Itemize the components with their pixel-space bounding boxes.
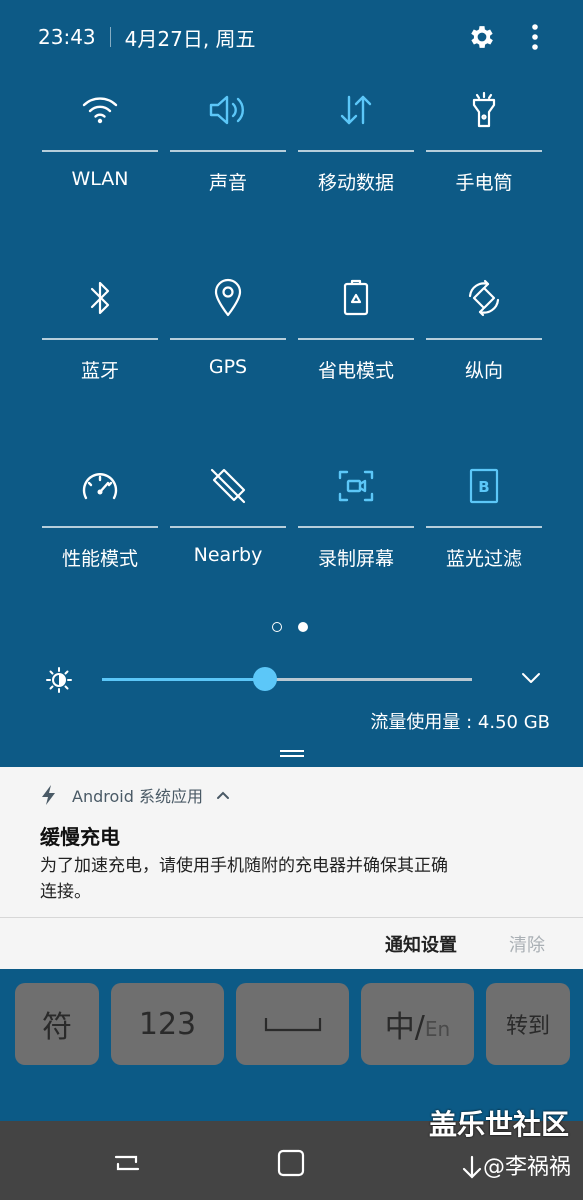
clock: 23:43 xyxy=(38,25,96,49)
more-options-icon[interactable] xyxy=(525,22,545,52)
quick-settings-panel: 23:43 4月27日, 周五 WLAN 声音 移动数据 手电筒 蓝牙 GPS … xyxy=(0,0,583,767)
key-space[interactable] xyxy=(236,983,349,1065)
divider xyxy=(0,917,583,918)
tile-screen-record[interactable]: 录制屏幕 xyxy=(298,456,414,616)
tile-divider xyxy=(42,150,158,152)
tile-bluetooth[interactable]: 蓝牙 xyxy=(42,268,158,428)
chevron-up-icon[interactable] xyxy=(215,787,231,803)
page-indicator xyxy=(272,622,312,636)
tile-divider xyxy=(170,526,286,528)
rotation-icon xyxy=(426,274,542,322)
brightness-fill xyxy=(102,678,265,681)
status-bar: 23:43 4月27日, 周五 xyxy=(38,20,545,54)
divider xyxy=(109,27,111,47)
tile-rotation[interactable]: 纵向 xyxy=(426,268,542,428)
page-dot-2[interactable] xyxy=(298,622,308,632)
gear-icon[interactable] xyxy=(467,22,497,52)
tile-wlan[interactable]: WLAN xyxy=(42,80,158,240)
tile-sound[interactable]: 声音 xyxy=(170,80,286,240)
weibo-handle: @李祸祸 xyxy=(461,1149,571,1181)
blue-light-filter-icon: B xyxy=(426,462,542,510)
brightness-icon[interactable] xyxy=(46,667,72,693)
panel-drag-handle[interactable] xyxy=(280,750,304,758)
wifi-icon xyxy=(42,86,158,134)
weibo-text: @李祸祸 xyxy=(482,1155,571,1180)
notification-header[interactable]: Android 系统应用 xyxy=(40,783,231,807)
tile-divider xyxy=(426,150,542,152)
back-icon[interactable] xyxy=(461,1155,483,1181)
data-usage-text[interactable]: 流量使用量 : 4.50 GB xyxy=(370,708,550,734)
tile-mobile-data[interactable]: 移动数据 xyxy=(298,80,414,240)
performance-icon xyxy=(42,462,158,510)
screen-record-icon xyxy=(298,462,414,510)
chevron-down-icon[interactable] xyxy=(519,666,543,690)
tile-power-saving[interactable]: 省电模式 xyxy=(298,268,414,428)
notification-body: 为了加速充电，请使用手机随附的充电器并确保其正确连接。 xyxy=(40,856,448,902)
tile-label: WLAN xyxy=(71,168,129,190)
tile-divider xyxy=(298,526,414,528)
nearby-icon xyxy=(170,462,286,510)
tile-divider xyxy=(426,338,542,340)
tile-divider xyxy=(298,338,414,340)
tile-label: 纵向 xyxy=(464,360,503,382)
tile-divider xyxy=(42,526,158,528)
tile-label: 蓝牙 xyxy=(80,360,119,382)
tile-label: 性能模式 xyxy=(61,548,138,570)
volume-icon xyxy=(170,86,286,134)
tile-label: 蓝光过滤 xyxy=(445,548,522,570)
notification-app-name: Android 系统应用 xyxy=(72,787,203,806)
key-go[interactable]: 转到 xyxy=(486,983,570,1065)
bluetooth-icon xyxy=(42,274,158,322)
brightness-thumb[interactable] xyxy=(253,667,277,691)
tile-divider xyxy=(170,338,286,340)
battery-saver-icon xyxy=(298,274,414,322)
space-icon xyxy=(264,1018,321,1032)
key-language-switch[interactable]: 中/En xyxy=(361,983,474,1065)
notification-card[interactable]: Android 系统应用 缓慢充电 为了加速充电，请使用手机随附的充电器并确保其… xyxy=(0,767,583,969)
tile-label: GPS xyxy=(208,356,248,378)
notification-title: 缓慢充电 xyxy=(40,825,120,849)
navigation-bar: 盖乐世社区 @李祸祸 xyxy=(0,1108,583,1200)
key-language-label: 中/ xyxy=(384,1010,425,1045)
tile-label: 录制屏幕 xyxy=(317,548,394,570)
keyboard-area: 符 123 中/En 转到 xyxy=(0,969,583,1121)
page-dot-1[interactable] xyxy=(272,622,282,632)
tile-divider xyxy=(42,338,158,340)
clear-button[interactable]: 清除 xyxy=(509,931,545,957)
tile-divider xyxy=(170,150,286,152)
tile-divider xyxy=(298,150,414,152)
tile-nearby[interactable]: Nearby xyxy=(170,456,286,616)
tile-label: 声音 xyxy=(208,172,247,194)
brightness-control xyxy=(40,660,543,700)
tile-label: 手电筒 xyxy=(455,172,513,194)
tile-label: Nearby xyxy=(193,544,263,566)
recents-icon[interactable] xyxy=(112,1148,142,1178)
notification-settings-button[interactable]: 通知设置 xyxy=(385,931,457,957)
tile-blue-light-filter[interactable]: B 蓝光过滤 xyxy=(426,456,542,616)
tile-performance[interactable]: 性能模式 xyxy=(42,456,158,616)
tile-label: 移动数据 xyxy=(317,172,394,194)
lightning-icon xyxy=(42,785,55,805)
tile-gps[interactable]: GPS xyxy=(170,268,286,428)
watermark: 盖乐世社区 xyxy=(428,1108,569,1141)
key-language-suffix: En xyxy=(424,1017,451,1041)
date: 4月27日, 周五 xyxy=(124,26,256,51)
svg-text:B: B xyxy=(478,478,489,496)
brightness-slider[interactable] xyxy=(102,667,472,691)
tile-divider xyxy=(426,526,542,528)
key-symbols[interactable]: 符 xyxy=(15,983,99,1065)
location-icon xyxy=(170,274,286,322)
tile-flashlight[interactable]: 手电筒 xyxy=(426,80,542,240)
tile-label: 省电模式 xyxy=(317,360,394,382)
flashlight-icon xyxy=(426,86,542,134)
mobile-data-icon xyxy=(298,86,414,134)
home-icon[interactable] xyxy=(276,1148,306,1178)
key-numbers[interactable]: 123 xyxy=(111,983,224,1065)
